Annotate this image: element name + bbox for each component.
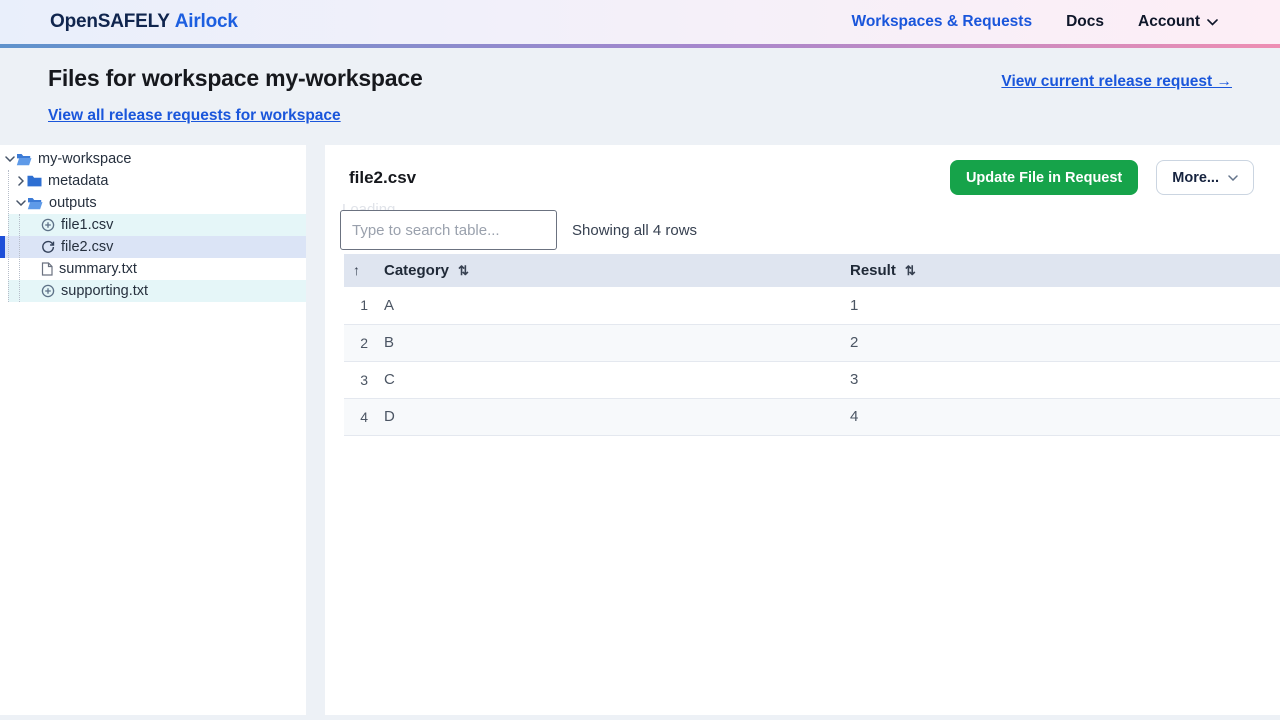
file-detail-panel: file2.csv Update File in Request More...… [325,145,1280,715]
table-row: 2 B 2 [344,324,1280,361]
file-title: file2.csv [349,168,416,188]
more-actions-button[interactable]: More... [1156,160,1254,195]
tree-item-label: file2.csv [61,239,113,255]
nav-account-label: Account [1138,13,1200,31]
tree-item-outputs[interactable]: outputs [0,192,306,214]
chevron-down-icon[interactable] [14,200,27,206]
category-cell: C [382,361,846,398]
page-title: Files for workspace my-workspace [48,65,423,92]
logo-airlock: Airlock [175,11,238,32]
page-head: Files for workspace my-workspace View cu… [0,48,1280,145]
table-row: 4 D 4 [344,398,1280,435]
tree-item-label: outputs [49,195,97,211]
row-number: 4 [344,398,382,435]
nav-docs[interactable]: Docs [1066,13,1104,31]
chevron-down-icon [1228,175,1238,181]
plus-circle-icon [41,284,55,298]
table-toolbar: Loading... Showing all 4 rows [340,208,1280,252]
category-cell: D [382,398,846,435]
category-cell: B [382,324,846,361]
tree-item-supporting-txt[interactable]: supporting.txt [8,280,306,302]
tree-item-file1-csv[interactable]: file1.csv [8,214,306,236]
nav-account-menu[interactable]: Account [1138,13,1218,31]
rows-summary: Showing all 4 rows [572,222,697,239]
document-icon [41,262,53,276]
result-cell: 4 [846,398,1280,435]
nav-workspaces-requests[interactable]: Workspaces & Requests [851,13,1032,31]
category-column-header[interactable]: Category ⇅ [382,254,846,287]
selected-item-indicator [0,236,5,258]
category-cell: A [382,287,846,324]
result-cell: 2 [846,324,1280,361]
more-button-label: More... [1172,170,1219,186]
row-number: 3 [344,361,382,398]
header-nav: Workspaces & Requests Docs Account [851,13,1218,31]
row-number-sort-header[interactable]: ↑ [344,254,382,287]
app-logo[interactable]: OpenSAFELYAirlock [50,11,238,33]
tree-item-file2-csv[interactable]: file2.csv [5,236,306,258]
row-number: 1 [344,287,382,324]
content-area: my-workspace metadata outputs file [0,145,1280,715]
logo-opensafely: OpenSAFELY [50,11,170,32]
table-row: 3 C 3 [344,361,1280,398]
folder-open-icon [16,153,32,166]
csv-data-table: ↑ Category ⇅ Result ⇅ 1 A 1 2 B [344,254,1280,436]
plus-circle-icon [41,218,55,232]
result-column-header[interactable]: Result ⇅ [846,254,1280,287]
tree-item-my-workspace[interactable]: my-workspace [0,148,306,170]
tree-item-label: file1.csv [61,217,113,233]
view-all-release-requests-link[interactable]: View all release requests for workspace [48,107,341,125]
tree-item-metadata[interactable]: metadata [0,170,306,192]
folder-open-icon [27,197,43,210]
file-tree-sidebar: my-workspace metadata outputs file [0,145,306,715]
refresh-icon [41,240,55,254]
chevron-right-icon[interactable] [14,176,27,186]
table-header-row: ↑ Category ⇅ Result ⇅ [344,254,1280,287]
sort-toggle-icon: ⇅ [458,263,469,279]
column-header-label: Category [384,262,449,279]
chevron-down-icon [1207,19,1218,26]
sort-toggle-icon: ⇅ [905,263,916,279]
tree-item-label: supporting.txt [61,283,148,299]
update-file-in-request-button[interactable]: Update File in Request [950,160,1138,195]
tree-item-summary-txt[interactable]: summary.txt [0,258,306,280]
chevron-down-icon[interactable] [3,156,16,162]
row-number: 2 [344,324,382,361]
result-cell: 3 [846,361,1280,398]
result-cell: 1 [846,287,1280,324]
sort-ascending-icon: ↑ [353,262,360,278]
tree-item-label: my-workspace [38,151,131,167]
table-row: 1 A 1 [344,287,1280,324]
app-header: OpenSAFELYAirlock Workspaces & Requests … [0,0,1280,44]
table-search-input[interactable] [340,210,557,250]
tree-item-label: summary.txt [59,261,137,277]
column-header-label: Result [850,262,896,279]
view-current-release-link[interactable]: View current release request → [1001,73,1232,91]
file-detail-header: file2.csv Update File in Request More... [325,145,1280,204]
tree-item-label: metadata [48,173,108,189]
folder-closed-icon [27,175,42,187]
